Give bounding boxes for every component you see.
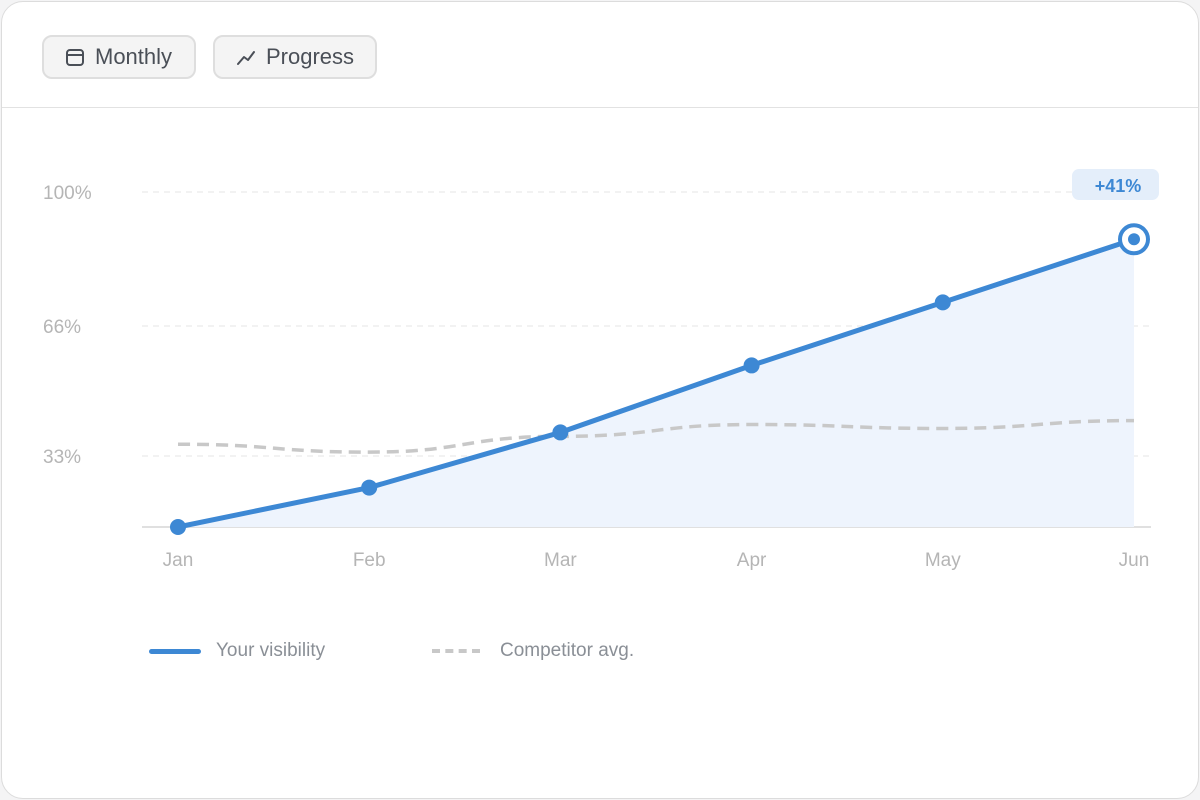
x-tick-label: Jun — [1119, 550, 1150, 571]
y-tick-label: 33% — [43, 447, 81, 468]
chart-card: Monthly Progress 33% 66% 100% Jan Feb Mar Apr M… — [1, 1, 1199, 799]
legend-label: Competitor avg. — [500, 640, 635, 661]
x-tick-label: May — [925, 550, 961, 571]
data-point — [743, 357, 760, 374]
legend-item-competitor-avg: Competitor avg. — [432, 640, 634, 662]
data-point — [934, 294, 951, 311]
annotation-text: +41% — [1095, 176, 1142, 196]
data-point — [361, 479, 378, 496]
data-point — [170, 519, 186, 535]
series-area-your-visibility — [178, 239, 1134, 527]
legend-swatch-solid — [149, 648, 201, 654]
x-tick-label: Apr — [737, 550, 767, 571]
y-tick-label: 100% — [43, 183, 92, 204]
legend-label: Your visibility — [216, 640, 326, 661]
x-tick-label: Mar — [544, 550, 577, 571]
x-tick-label: Feb — [353, 550, 386, 571]
x-tick-label: Jan — [163, 550, 194, 571]
y-tick-label: 66% — [43, 317, 81, 338]
data-point — [552, 424, 569, 441]
line-chart: 33% 66% 100% Jan Feb Mar Apr May Jun +41% — [43, 169, 1159, 571]
legend-swatch-dashed — [432, 649, 480, 653]
data-point — [1128, 233, 1140, 246]
legend-item-your-visibility: Your visibility — [149, 640, 325, 662]
